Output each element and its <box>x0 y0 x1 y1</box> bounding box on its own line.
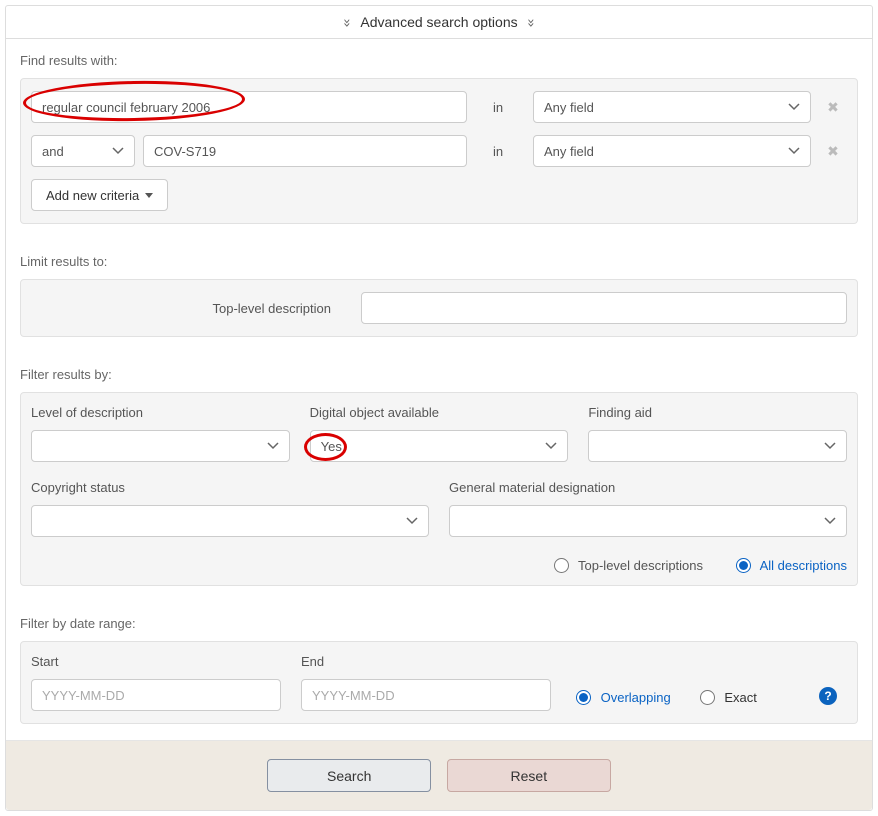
reset-button[interactable]: Reset <box>447 759 611 792</box>
header-title: Advanced search options <box>360 14 517 30</box>
search-term-input[interactable] <box>143 135 467 167</box>
find-results-area: in Any field ✖ and in Any field ✖ Add ne… <box>20 78 858 224</box>
chevron-down-icon: » <box>524 19 538 28</box>
criteria-row: and in Any field ✖ <box>31 135 847 167</box>
finding-aid-label: Finding aid <box>588 405 847 420</box>
advanced-search-header[interactable]: » Advanced search options » <box>6 6 872 39</box>
level-of-description-select[interactable] <box>31 430 290 462</box>
top-level-descriptions-radio[interactable]: Top-level descriptions <box>549 558 703 573</box>
digital-object-label: Digital object available <box>310 405 569 420</box>
top-level-description-label: Top-level description <box>31 301 361 316</box>
search-button[interactable]: Search <box>267 759 431 792</box>
filter-results-area: Level of description Digital object avai… <box>20 392 858 586</box>
in-label: in <box>475 100 525 115</box>
footer: Search Reset <box>6 740 872 810</box>
find-results-label: Find results with: <box>6 39 872 78</box>
caret-down-icon <box>145 193 153 198</box>
add-criteria-button[interactable]: Add new criteria <box>31 179 168 211</box>
start-date-label: Start <box>31 654 281 669</box>
limit-results-label: Limit results to: <box>6 240 872 279</box>
remove-criteria-icon[interactable]: ✖ <box>819 99 847 116</box>
limit-results-area: Top-level description <box>20 279 858 337</box>
criteria-row: in Any field ✖ <box>31 91 847 123</box>
all-descriptions-radio[interactable]: All descriptions <box>731 558 847 573</box>
field-select[interactable]: Any field <box>533 91 811 123</box>
material-designation-select[interactable] <box>449 505 847 537</box>
level-of-description-label: Level of description <box>31 405 290 420</box>
search-term-input[interactable] <box>31 91 467 123</box>
copyright-status-select[interactable] <box>31 505 429 537</box>
add-criteria-label: Add new criteria <box>46 188 139 203</box>
start-date-input[interactable] <box>31 679 281 711</box>
end-date-label: End <box>301 654 551 669</box>
filter-date-label: Filter by date range: <box>6 602 872 641</box>
exact-radio[interactable]: Exact <box>695 687 757 705</box>
filter-results-label: Filter results by: <box>6 353 872 392</box>
field-select[interactable]: Any field <box>533 135 811 167</box>
overlapping-radio[interactable]: Overlapping <box>571 687 671 705</box>
copyright-status-label: Copyright status <box>31 480 429 495</box>
top-level-description-input[interactable] <box>361 292 847 324</box>
digital-object-select[interactable]: Yes <box>310 430 569 462</box>
in-label: in <box>475 144 525 159</box>
filter-date-area: Start End Overlapping Exact ? <box>20 641 858 724</box>
finding-aid-select[interactable] <box>588 430 847 462</box>
end-date-input[interactable] <box>301 679 551 711</box>
material-designation-label: General material designation <box>449 480 847 495</box>
help-icon[interactable]: ? <box>819 687 837 705</box>
chevron-down-icon: » <box>340 19 354 28</box>
remove-criteria-icon[interactable]: ✖ <box>819 143 847 160</box>
operator-select[interactable]: and <box>31 135 135 167</box>
